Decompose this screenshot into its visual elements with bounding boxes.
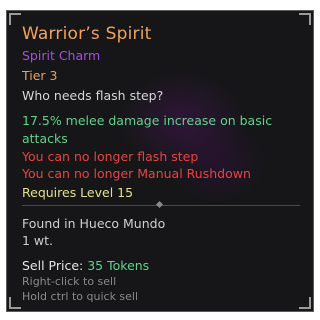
item-flavor-text: Who needs flash step? bbox=[22, 88, 164, 103]
item-origin: Found in Hueco Mundo bbox=[22, 216, 166, 231]
item-weight: 1 wt. bbox=[22, 233, 54, 248]
item-name: Warrior’s Spirit bbox=[22, 24, 152, 44]
item-tier: Tier 3 bbox=[22, 68, 58, 83]
item-type: Spirit Charm bbox=[22, 48, 101, 63]
item-penalty-effect: You can no longer Manual Rushdown bbox=[22, 166, 251, 181]
frame-corner-bottom-left bbox=[9, 297, 21, 309]
divider-diamond-icon bbox=[155, 200, 164, 209]
item-tooltip: Warrior’s Spirit Spirit Charm Tier 3 Who… bbox=[6, 10, 314, 312]
frame-corner-top-left bbox=[9, 13, 21, 25]
sell-hint: Right-click to sell bbox=[22, 275, 117, 288]
sell-price-label: Sell Price: bbox=[22, 258, 84, 273]
frame-corner-top-right bbox=[299, 13, 311, 25]
level-requirement: Requires Level 15 bbox=[22, 185, 134, 200]
item-penalty-effect: You can no longer flash step bbox=[22, 149, 199, 164]
sell-price: Sell Price: 35 Tokens bbox=[22, 258, 149, 274]
item-bonus-effect: 17.5% melee damage increase on basic att… bbox=[22, 113, 273, 146]
quick-sell-hint: Hold ctrl to quick sell bbox=[22, 290, 139, 303]
sell-price-amount: 35 Tokens bbox=[87, 258, 150, 273]
frame-corner-bottom-right bbox=[299, 297, 311, 309]
